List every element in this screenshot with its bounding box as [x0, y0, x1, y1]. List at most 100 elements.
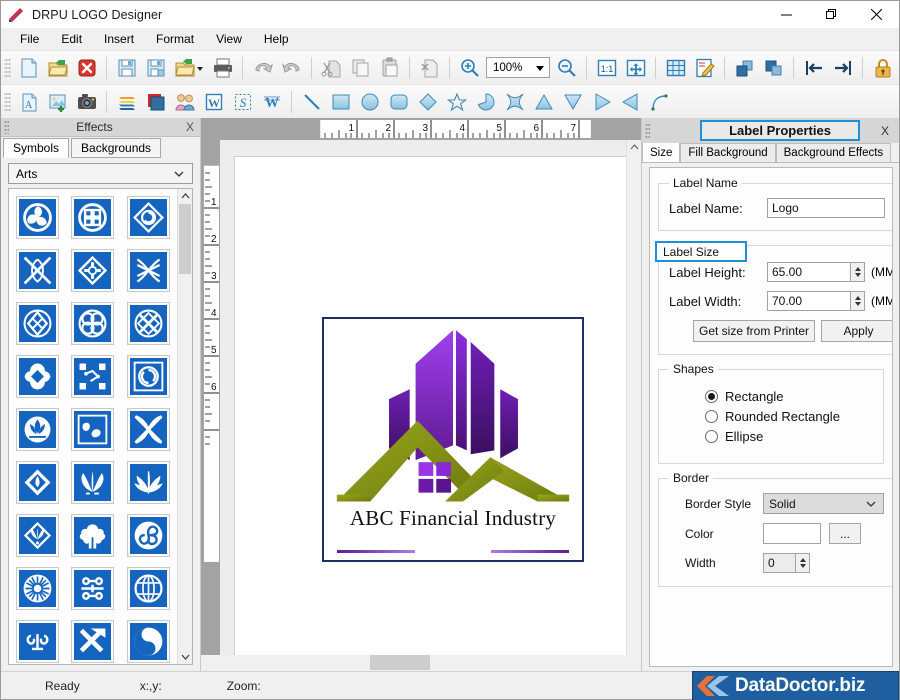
- cut-icon[interactable]: [317, 53, 346, 83]
- signature-icon[interactable]: S: [228, 87, 257, 117]
- scroll-up-icon[interactable]: [178, 189, 192, 204]
- symbol-item[interactable]: [65, 615, 120, 664]
- save-as-icon[interactable]: [141, 53, 170, 83]
- word-art-icon[interactable]: W: [199, 87, 228, 117]
- square-swirl-icon[interactable]: [126, 355, 170, 399]
- symbol-item[interactable]: [10, 244, 65, 297]
- symbol-item[interactable]: [65, 244, 120, 297]
- four-point-star-icon[interactable]: [500, 87, 529, 117]
- clipart-people-icon[interactable]: [170, 87, 199, 117]
- knot-circle-icon[interactable]: [71, 196, 115, 240]
- undo-icon[interactable]: [248, 53, 277, 83]
- rounded-rectangle-icon[interactable]: [384, 87, 413, 117]
- apply-button[interactable]: Apply: [821, 320, 892, 342]
- grid-icon[interactable]: [661, 53, 690, 83]
- symbol-item[interactable]: [65, 350, 120, 403]
- toolbar-grip[interactable]: [4, 56, 11, 79]
- tab-symbols[interactable]: Symbols: [3, 138, 70, 159]
- copy-icon[interactable]: [346, 53, 375, 83]
- symbol-item[interactable]: [121, 615, 176, 664]
- align-right-icon[interactable]: [828, 53, 857, 83]
- close-document-icon[interactable]: [72, 53, 101, 83]
- ellipse-icon[interactable]: [355, 87, 384, 117]
- symbol-item[interactable]: [121, 350, 176, 403]
- symbol-item[interactable]: [10, 191, 65, 244]
- scrollbar-track[interactable]: [178, 274, 192, 649]
- text-icon[interactable]: A: [14, 87, 43, 117]
- menu-edit[interactable]: Edit: [50, 29, 93, 49]
- save-icon[interactable]: [112, 53, 141, 83]
- symbol-item[interactable]: [10, 615, 65, 664]
- menu-view[interactable]: View: [205, 29, 253, 49]
- symbol-item[interactable]: [10, 350, 65, 403]
- symbol-item[interactable]: [10, 562, 65, 615]
- right-triangle-icon[interactable]: [587, 87, 616, 117]
- symbol-item[interactable]: [121, 456, 176, 509]
- scroll-up-icon[interactable]: [627, 140, 641, 155]
- diamond-icon[interactable]: [413, 87, 442, 117]
- globe-grid-icon[interactable]: [126, 567, 170, 611]
- rectangle-icon[interactable]: [326, 87, 355, 117]
- border-style-select[interactable]: Solid: [763, 493, 884, 514]
- diamond-leaf-icon[interactable]: [16, 461, 60, 505]
- symbol-item[interactable]: [121, 244, 176, 297]
- redo-icon[interactable]: [277, 53, 306, 83]
- hscroll-thumb[interactable]: [370, 655, 430, 670]
- flower-burst-icon[interactable]: [16, 567, 60, 611]
- radio-ellipse-icon[interactable]: [705, 430, 718, 443]
- shape-option-rounded-rectangle[interactable]: Rounded Rectangle: [705, 409, 873, 424]
- color-palette-icon[interactable]: [141, 87, 170, 117]
- symbol-item[interactable]: [10, 297, 65, 350]
- send-back-icon[interactable]: [759, 53, 788, 83]
- symbol-item[interactable]: [65, 509, 120, 562]
- vertical-ruler[interactable]: 1 2 3 4 5 6: [201, 140, 220, 655]
- lotus-bloom-icon[interactable]: [16, 408, 60, 452]
- canvas-horizontal-scrollbar[interactable]: [201, 655, 641, 671]
- border-color-picker-button[interactable]: ...: [829, 523, 861, 544]
- actual-size-icon[interactable]: 1:1: [592, 53, 621, 83]
- watermark-icon[interactable]: W: [257, 87, 286, 117]
- symbol-item[interactable]: [121, 191, 176, 244]
- pinwheel-leaf-icon[interactable]: [126, 408, 170, 452]
- triskelion-icon[interactable]: [16, 196, 60, 240]
- symbol-item[interactable]: [121, 509, 176, 562]
- oak-tree-icon[interactable]: [71, 514, 115, 558]
- circle-x-knot-icon[interactable]: [126, 302, 170, 346]
- pie-icon[interactable]: [471, 87, 500, 117]
- palm-leaf-icon[interactable]: [126, 461, 170, 505]
- symbol-item[interactable]: [10, 509, 65, 562]
- layers-icon[interactable]: [112, 87, 141, 117]
- edit-design-icon[interactable]: [690, 53, 719, 83]
- shape-option-ellipse[interactable]: Ellipse: [705, 429, 873, 444]
- menu-insert[interactable]: Insert: [93, 29, 145, 49]
- zoom-out-icon[interactable]: [552, 53, 581, 83]
- datadoctor-brand[interactable]: DataDoctor.biz: [692, 671, 899, 700]
- triangle-icon[interactable]: [529, 87, 558, 117]
- effects-panel-close-icon[interactable]: X: [180, 120, 200, 134]
- symbol-item[interactable]: [65, 562, 120, 615]
- open-icon[interactable]: [43, 53, 72, 83]
- symbol-gallery[interactable]: [8, 188, 193, 665]
- camera-icon[interactable]: [72, 87, 101, 117]
- open-recent-icon[interactable]: [170, 53, 208, 83]
- lock-icon[interactable]: [868, 53, 897, 83]
- symbol-item[interactable]: [10, 403, 65, 456]
- label-width-input[interactable]: 70.00: [767, 291, 851, 311]
- label-properties-close-icon[interactable]: X: [881, 124, 889, 138]
- tab-fill-background[interactable]: Fill Background: [680, 143, 776, 162]
- scroll-down-icon[interactable]: [178, 649, 192, 664]
- radio-rounded-rectangle-icon[interactable]: [705, 410, 718, 423]
- arc-icon[interactable]: [645, 87, 674, 117]
- close-button[interactable]: [854, 1, 899, 28]
- double-scroll-icon[interactable]: [71, 567, 115, 611]
- label-object[interactable]: ABC Financial Industry: [322, 317, 584, 562]
- design-canvas[interactable]: ABC Financial Industry: [220, 140, 626, 655]
- tab-size[interactable]: Size: [642, 142, 681, 162]
- maximize-button[interactable]: [809, 1, 854, 28]
- new-icon[interactable]: [14, 53, 43, 83]
- bring-front-icon[interactable]: [730, 53, 759, 83]
- toolbar-grip[interactable]: [4, 90, 11, 113]
- symbol-item[interactable]: [65, 456, 120, 509]
- zoom-in-icon[interactable]: [455, 53, 484, 83]
- border-color-swatch[interactable]: [763, 523, 821, 544]
